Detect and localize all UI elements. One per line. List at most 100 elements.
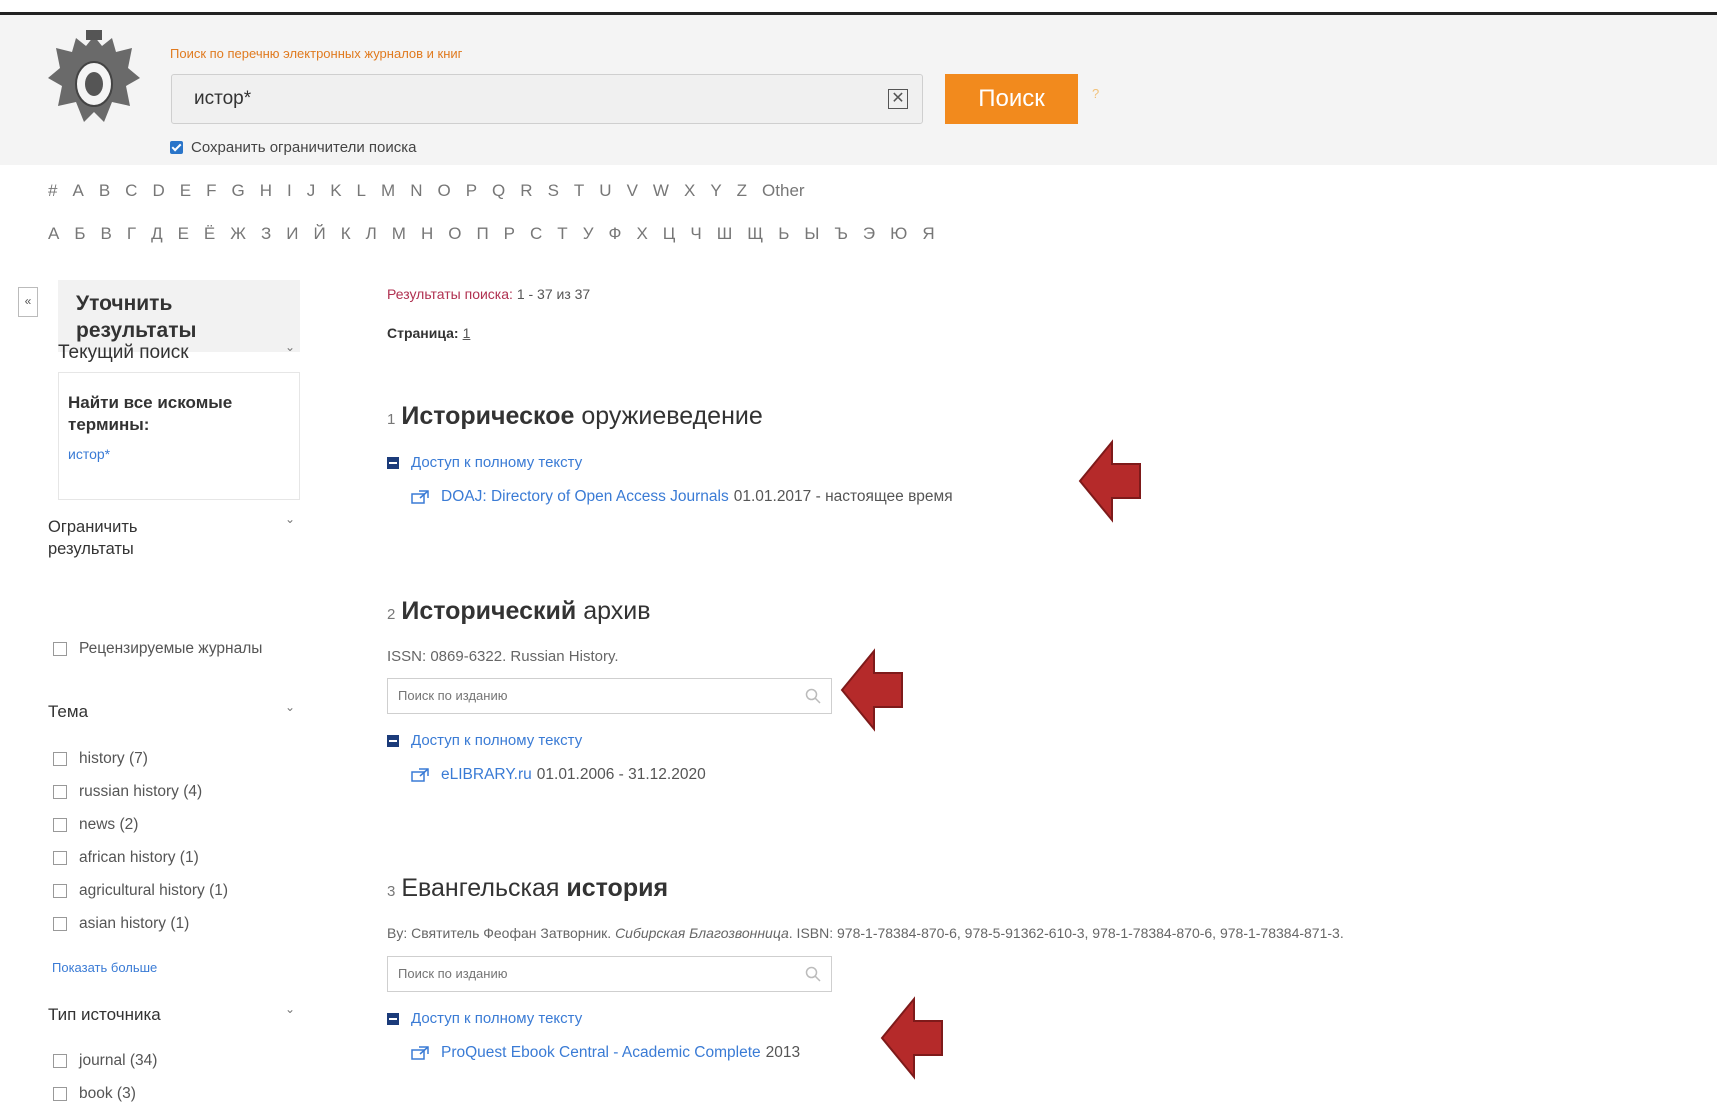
checkbox[interactable]: [53, 818, 67, 832]
alphabet-latin-letter[interactable]: G: [231, 181, 244, 201]
provider-link[interactable]: eLIBRARY.ru: [441, 766, 532, 784]
checkbox[interactable]: [53, 1054, 67, 1068]
result-title[interactable]: Историческое оружиеведение: [401, 402, 762, 430]
alphabet-latin-letter[interactable]: T: [574, 181, 584, 201]
alphabet-latin-letter[interactable]: R: [520, 181, 532, 201]
alphabet-latin-letter[interactable]: E: [180, 181, 191, 201]
checkbox[interactable]: [53, 851, 67, 865]
alphabet-latin-letter[interactable]: W: [653, 181, 669, 201]
result-title[interactable]: Евангельская история: [401, 874, 668, 902]
publication-search-field[interactable]: [396, 687, 780, 704]
external-link-icon[interactable]: [411, 768, 429, 782]
result-title-bold[interactable]: история: [566, 874, 668, 902]
checkbox[interactable]: [53, 917, 67, 931]
alphabet-cyrillic-letter[interactable]: И: [286, 224, 298, 244]
full-text-access-toggle[interactable]: Доступ к полному тексту: [387, 732, 582, 749]
alphabet-cyrillic-letter[interactable]: Э: [863, 224, 875, 244]
alphabet-latin-letter[interactable]: Y: [710, 181, 721, 201]
alphabet-latin-letter[interactable]: F: [206, 181, 216, 201]
access-label[interactable]: Доступ к полному тексту: [411, 1010, 582, 1027]
checkbox[interactable]: [53, 642, 67, 656]
facet-subject[interactable]: agricultural history (1): [53, 882, 228, 900]
alphabet-cyrillic-letter[interactable]: Щ: [747, 224, 763, 244]
alphabet-latin-letter[interactable]: N: [410, 181, 422, 201]
chevron-down-icon[interactable]: ⌄: [285, 700, 295, 714]
collapse-square-icon[interactable]: [387, 734, 399, 747]
alphabet-latin-letter[interactable]: H: [260, 181, 272, 201]
alphabet-cyrillic-letter[interactable]: Х: [636, 224, 647, 244]
alphabet-cyrillic-letter[interactable]: О: [448, 224, 461, 244]
result-title-bold[interactable]: Исторический: [401, 597, 576, 625]
publication-search-input[interactable]: [387, 678, 832, 714]
clear-search-icon[interactable]: ✕: [888, 89, 908, 109]
search-input-value[interactable]: истор*: [194, 88, 251, 110]
alphabet-latin-letter[interactable]: Q: [492, 181, 505, 201]
alphabet-latin-letter[interactable]: K: [330, 181, 341, 201]
chevron-down-icon[interactable]: ⌄: [285, 340, 295, 354]
alphabet-cyrillic-letter[interactable]: Л: [366, 224, 377, 244]
current-search-heading[interactable]: Текущий поиск: [58, 342, 189, 364]
search-input[interactable]: истор* ✕: [171, 74, 923, 124]
alphabet-cyrillic-letter[interactable]: Й: [313, 224, 325, 244]
alphabet-latin-letter[interactable]: #: [48, 181, 57, 201]
publication-search-input[interactable]: [387, 956, 832, 992]
alphabet-cyrillic-letter[interactable]: Е: [178, 224, 189, 244]
checkbox[interactable]: [53, 752, 67, 766]
search-icon[interactable]: [805, 688, 821, 704]
help-icon[interactable]: ?: [1092, 86, 1099, 101]
alphabet-latin-letter[interactable]: X: [684, 181, 695, 201]
alphabet-cyrillic-letter[interactable]: Р: [504, 224, 515, 244]
external-link-icon[interactable]: [411, 490, 429, 504]
alphabet-latin-letter[interactable]: M: [381, 181, 395, 201]
alphabet-cyrillic-letter[interactable]: З: [261, 224, 271, 244]
keep-limiters-checkbox[interactable]: Сохранить ограничители поиска: [170, 139, 416, 156]
publication-search-field[interactable]: [396, 965, 780, 982]
alphabet-cyrillic-letter[interactable]: Ч: [690, 224, 701, 244]
page-number-link[interactable]: 1: [463, 325, 471, 341]
external-link-icon[interactable]: [411, 1046, 429, 1060]
full-text-access-toggle[interactable]: Доступ к полному тексту: [387, 454, 582, 471]
current-term-link[interactable]: истор*: [68, 446, 110, 462]
alphabet-cyrillic-letter[interactable]: Ж: [230, 224, 246, 244]
result-title-rest[interactable]: архив: [576, 597, 650, 625]
checkbox-checked-icon[interactable]: [170, 141, 183, 154]
subject-heading[interactable]: Тема: [48, 702, 88, 722]
alphabet-cyrillic-letter[interactable]: Ы: [804, 224, 819, 244]
access-label[interactable]: Доступ к полному тексту: [411, 732, 582, 749]
alphabet-cyrillic-letter[interactable]: Ё: [204, 224, 215, 244]
provider-link[interactable]: DOAJ: Directory of Open Access Journals: [441, 488, 729, 506]
alphabet-cyrillic-letter[interactable]: Я: [922, 224, 934, 244]
facet-subject[interactable]: asian history (1): [53, 915, 189, 933]
collapse-sidebar-button[interactable]: «: [18, 287, 38, 317]
facet-subject[interactable]: russian history (4): [53, 783, 202, 801]
checkbox[interactable]: [53, 785, 67, 799]
access-label[interactable]: Доступ к полному тексту: [411, 454, 582, 471]
search-icon[interactable]: [805, 966, 821, 982]
alphabet-cyrillic-letter[interactable]: Д: [151, 224, 163, 244]
alphabet-cyrillic-letter[interactable]: В: [101, 224, 112, 244]
result-title-bold[interactable]: Историческое: [401, 402, 574, 430]
alphabet-cyrillic-letter[interactable]: Ш: [717, 224, 733, 244]
alphabet-cyrillic-letter[interactable]: Ц: [663, 224, 676, 244]
alphabet-latin-letter[interactable]: Other: [762, 181, 805, 201]
alphabet-latin-letter[interactable]: O: [437, 181, 450, 201]
collapse-square-icon[interactable]: [387, 456, 399, 469]
alphabet-latin-letter[interactable]: B: [99, 181, 110, 201]
alphabet-cyrillic-letter[interactable]: Ь: [778, 224, 789, 244]
alphabet-cyrillic-letter[interactable]: Г: [127, 224, 136, 244]
checkbox[interactable]: [53, 884, 67, 898]
collapse-square-icon[interactable]: [387, 1012, 399, 1025]
alphabet-latin-letter[interactable]: L: [357, 181, 366, 201]
facet-peer-reviewed[interactable]: Рецензируемые журналы: [53, 640, 262, 658]
alphabet-latin-letter[interactable]: C: [125, 181, 137, 201]
alphabet-latin-letter[interactable]: Z: [737, 181, 747, 201]
facet-subject[interactable]: history (7): [53, 750, 148, 768]
limit-results-heading[interactable]: Ограничить результаты: [48, 516, 188, 560]
provider-link[interactable]: ProQuest Ebook Central - Academic Comple…: [441, 1044, 761, 1062]
search-button[interactable]: Поиск: [945, 74, 1078, 124]
alphabet-latin-letter[interactable]: A: [72, 181, 83, 201]
result-title[interactable]: Исторический архив: [401, 597, 650, 625]
alphabet-cyrillic-letter[interactable]: Т: [557, 224, 567, 244]
facet-source-type[interactable]: journal (34): [53, 1052, 157, 1070]
full-text-access-toggle[interactable]: Доступ к полному тексту: [387, 1010, 582, 1027]
